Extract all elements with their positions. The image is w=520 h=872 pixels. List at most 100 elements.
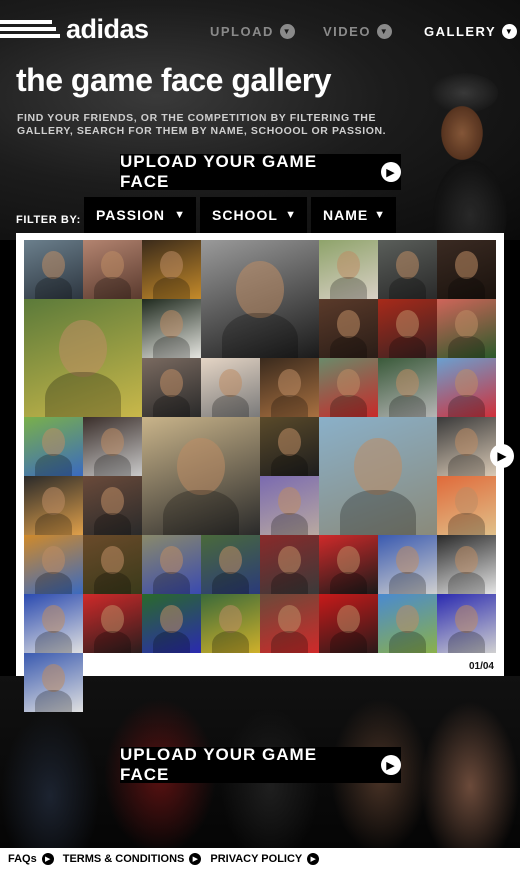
gallery-tile[interactable] xyxy=(24,653,83,712)
athlete-body xyxy=(447,394,486,417)
gallery-tile[interactable] xyxy=(437,299,496,358)
gallery-tile[interactable] xyxy=(378,535,437,594)
gallery-tile[interactable] xyxy=(378,240,437,299)
gallery-tile[interactable] xyxy=(437,417,496,476)
footer-terms-link[interactable]: TERMS & CONDITIONS ▶ xyxy=(63,853,202,865)
gallery-tile[interactable] xyxy=(142,417,260,535)
athlete-body xyxy=(447,571,486,594)
athlete-face xyxy=(395,604,420,633)
gallery-tile[interactable] xyxy=(24,299,142,417)
gallery-tile[interactable] xyxy=(319,594,378,653)
next-page-arrow-icon[interactable]: ▶ xyxy=(490,444,514,468)
athlete-body xyxy=(152,630,191,653)
athlete-body xyxy=(152,571,191,594)
athlete-face xyxy=(454,486,479,515)
chevron-down-circle-icon: ▼ xyxy=(279,24,295,39)
gallery-tile[interactable] xyxy=(83,535,142,594)
gallery-tile[interactable] xyxy=(201,535,260,594)
athlete-body xyxy=(93,512,132,535)
athlete-body xyxy=(211,630,250,653)
athlete-body xyxy=(222,313,298,358)
athlete-face xyxy=(41,545,66,574)
footer-privacy-link[interactable]: PRIVACY POLICY ▶ xyxy=(210,853,320,865)
upload-button-label: UPLOAD YOUR GAME FACE xyxy=(120,745,318,784)
athlete-face xyxy=(454,427,479,456)
caret-down-icon: ▼ xyxy=(374,209,386,221)
gallery-tile[interactable] xyxy=(142,535,201,594)
gallery-tile[interactable] xyxy=(319,299,378,358)
gallery-tile[interactable] xyxy=(260,358,319,417)
gallery-tile[interactable] xyxy=(24,476,83,535)
gallery-tile[interactable] xyxy=(437,535,496,594)
gallery-tile[interactable] xyxy=(437,476,496,535)
nav-video[interactable]: VIDEO ▼ xyxy=(323,24,392,39)
footer-faqs-link[interactable]: FAQs ▶ xyxy=(8,853,54,865)
athlete-body xyxy=(93,276,132,299)
athlete-face xyxy=(159,309,184,338)
upload-game-face-button[interactable]: UPLOAD YOUR GAME FACE ▶ xyxy=(120,152,401,191)
athlete-face xyxy=(41,604,66,633)
nav-upload[interactable]: UPLOAD ▼ xyxy=(210,24,295,39)
athlete-body xyxy=(34,689,73,712)
gallery-tile[interactable] xyxy=(24,535,83,594)
athlete-body xyxy=(211,394,250,417)
athlete-face xyxy=(395,545,420,574)
gallery-tile[interactable] xyxy=(319,358,378,417)
gallery-tile[interactable] xyxy=(83,417,142,476)
gallery-tile[interactable] xyxy=(142,299,201,358)
gallery-tile[interactable] xyxy=(260,594,319,653)
gallery-tile[interactable] xyxy=(260,417,319,476)
athlete-body xyxy=(34,571,73,594)
arrow-right-circle-icon: ▶ xyxy=(307,853,320,865)
gallery-tile[interactable] xyxy=(24,417,83,476)
gallery-tile[interactable] xyxy=(437,594,496,653)
gallery-tile[interactable] xyxy=(437,240,496,299)
athlete-face xyxy=(395,250,420,279)
filter-school-dropdown[interactable]: SCHOOL ▼ xyxy=(200,197,307,233)
gallery-tile[interactable] xyxy=(260,476,319,535)
gallery-tile[interactable] xyxy=(142,594,201,653)
athlete-face xyxy=(336,309,361,338)
athlete-body xyxy=(340,490,416,535)
gallery-tile[interactable] xyxy=(378,299,437,358)
footer-links: FAQs ▶ TERMS & CONDITIONS ▶ PRIVACY POLI… xyxy=(8,853,320,865)
athlete-body xyxy=(270,630,309,653)
gallery-tile[interactable] xyxy=(437,358,496,417)
filter-passion-dropdown[interactable]: PASSION ▼ xyxy=(84,197,196,233)
gallery-tile[interactable] xyxy=(83,476,142,535)
athlete-body xyxy=(152,335,191,358)
gallery-tile[interactable] xyxy=(83,594,142,653)
gallery-tile[interactable] xyxy=(378,358,437,417)
athlete-face xyxy=(277,368,302,397)
athlete-body xyxy=(329,571,368,594)
gallery-tile[interactable] xyxy=(378,594,437,653)
gallery-tile[interactable] xyxy=(319,417,437,535)
gallery-tile[interactable] xyxy=(24,240,83,299)
gallery-tile[interactable] xyxy=(201,594,260,653)
adidas-logo[interactable]: adidas xyxy=(0,14,149,44)
arrow-right-circle-icon: ▶ xyxy=(381,755,401,775)
gallery-tile[interactable] xyxy=(201,358,260,417)
logo-wordmark: adidas xyxy=(66,13,149,44)
page-title: the game face gallery xyxy=(16,62,331,98)
athlete-face xyxy=(236,261,284,318)
athlete-body xyxy=(270,453,309,476)
footer-terms-label: TERMS & CONDITIONS xyxy=(62,853,185,865)
athlete-body xyxy=(388,630,427,653)
gallery-tile[interactable] xyxy=(142,358,201,417)
caret-down-icon: ▼ xyxy=(285,209,297,221)
gallery-tile[interactable] xyxy=(201,240,319,358)
athlete-body xyxy=(163,490,239,535)
gallery-tile[interactable] xyxy=(319,535,378,594)
athlete-face xyxy=(336,250,361,279)
gallery-tile[interactable] xyxy=(83,240,142,299)
gallery-tile[interactable] xyxy=(24,594,83,653)
nav-gallery[interactable]: GALLERY ▼ xyxy=(424,24,518,39)
gallery-tile[interactable] xyxy=(142,240,201,299)
filter-name-dropdown[interactable]: NAME ▼ xyxy=(311,197,396,233)
athlete-face xyxy=(41,663,66,692)
gallery-tile[interactable] xyxy=(260,535,319,594)
upload-game-face-button-bottom[interactable]: UPLOAD YOUR GAME FACE ▶ xyxy=(120,745,401,784)
gallery-tile[interactable] xyxy=(319,240,378,299)
athlete-face xyxy=(454,545,479,574)
